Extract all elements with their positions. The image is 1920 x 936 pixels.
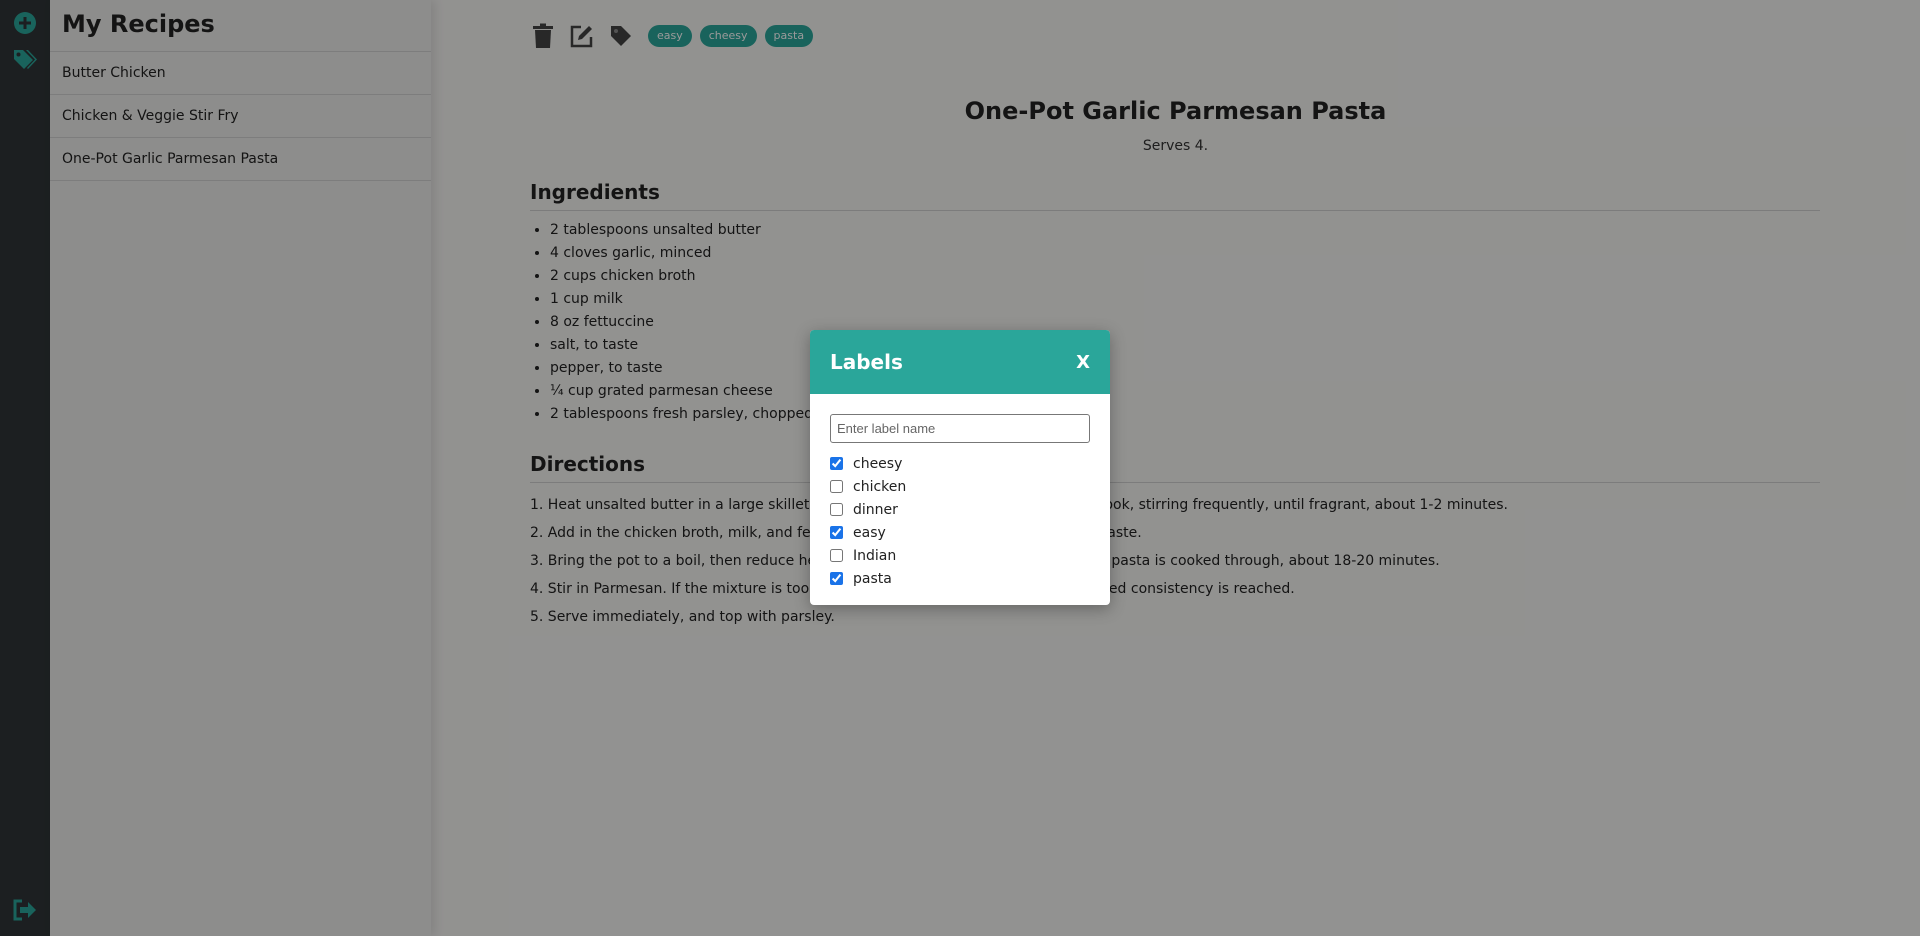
label-option-name: Indian bbox=[853, 547, 897, 564]
close-button[interactable]: X bbox=[1076, 352, 1090, 373]
label-option[interactable]: easy bbox=[830, 521, 1090, 544]
label-option-name: pasta bbox=[853, 570, 892, 587]
label-checkbox[interactable] bbox=[830, 572, 843, 585]
label-option-name: dinner bbox=[853, 501, 898, 518]
label-option[interactable]: pasta bbox=[830, 567, 1090, 590]
label-name-input[interactable] bbox=[830, 414, 1090, 443]
label-option[interactable]: chicken bbox=[830, 475, 1090, 498]
label-checkbox[interactable] bbox=[830, 480, 843, 493]
label-checkbox[interactable] bbox=[830, 549, 843, 562]
label-option[interactable]: Indian bbox=[830, 544, 1090, 567]
label-checkbox[interactable] bbox=[830, 526, 843, 539]
label-option[interactable]: cheesy bbox=[830, 452, 1090, 475]
modal-header: Labels X bbox=[810, 330, 1110, 394]
modal-body: cheesy chicken dinner easy Indian pasta bbox=[810, 394, 1110, 590]
labels-modal: Labels X cheesy chicken dinner easy bbox=[810, 330, 1110, 605]
label-option-name: chicken bbox=[853, 478, 907, 495]
label-checkbox[interactable] bbox=[830, 457, 843, 470]
label-option-name: cheesy bbox=[853, 455, 903, 472]
label-checkbox[interactable] bbox=[830, 503, 843, 516]
modal-title: Labels bbox=[830, 350, 903, 374]
label-option-name: easy bbox=[853, 524, 886, 541]
label-list: cheesy chicken dinner easy Indian pasta bbox=[830, 452, 1090, 590]
label-option[interactable]: dinner bbox=[830, 498, 1090, 521]
